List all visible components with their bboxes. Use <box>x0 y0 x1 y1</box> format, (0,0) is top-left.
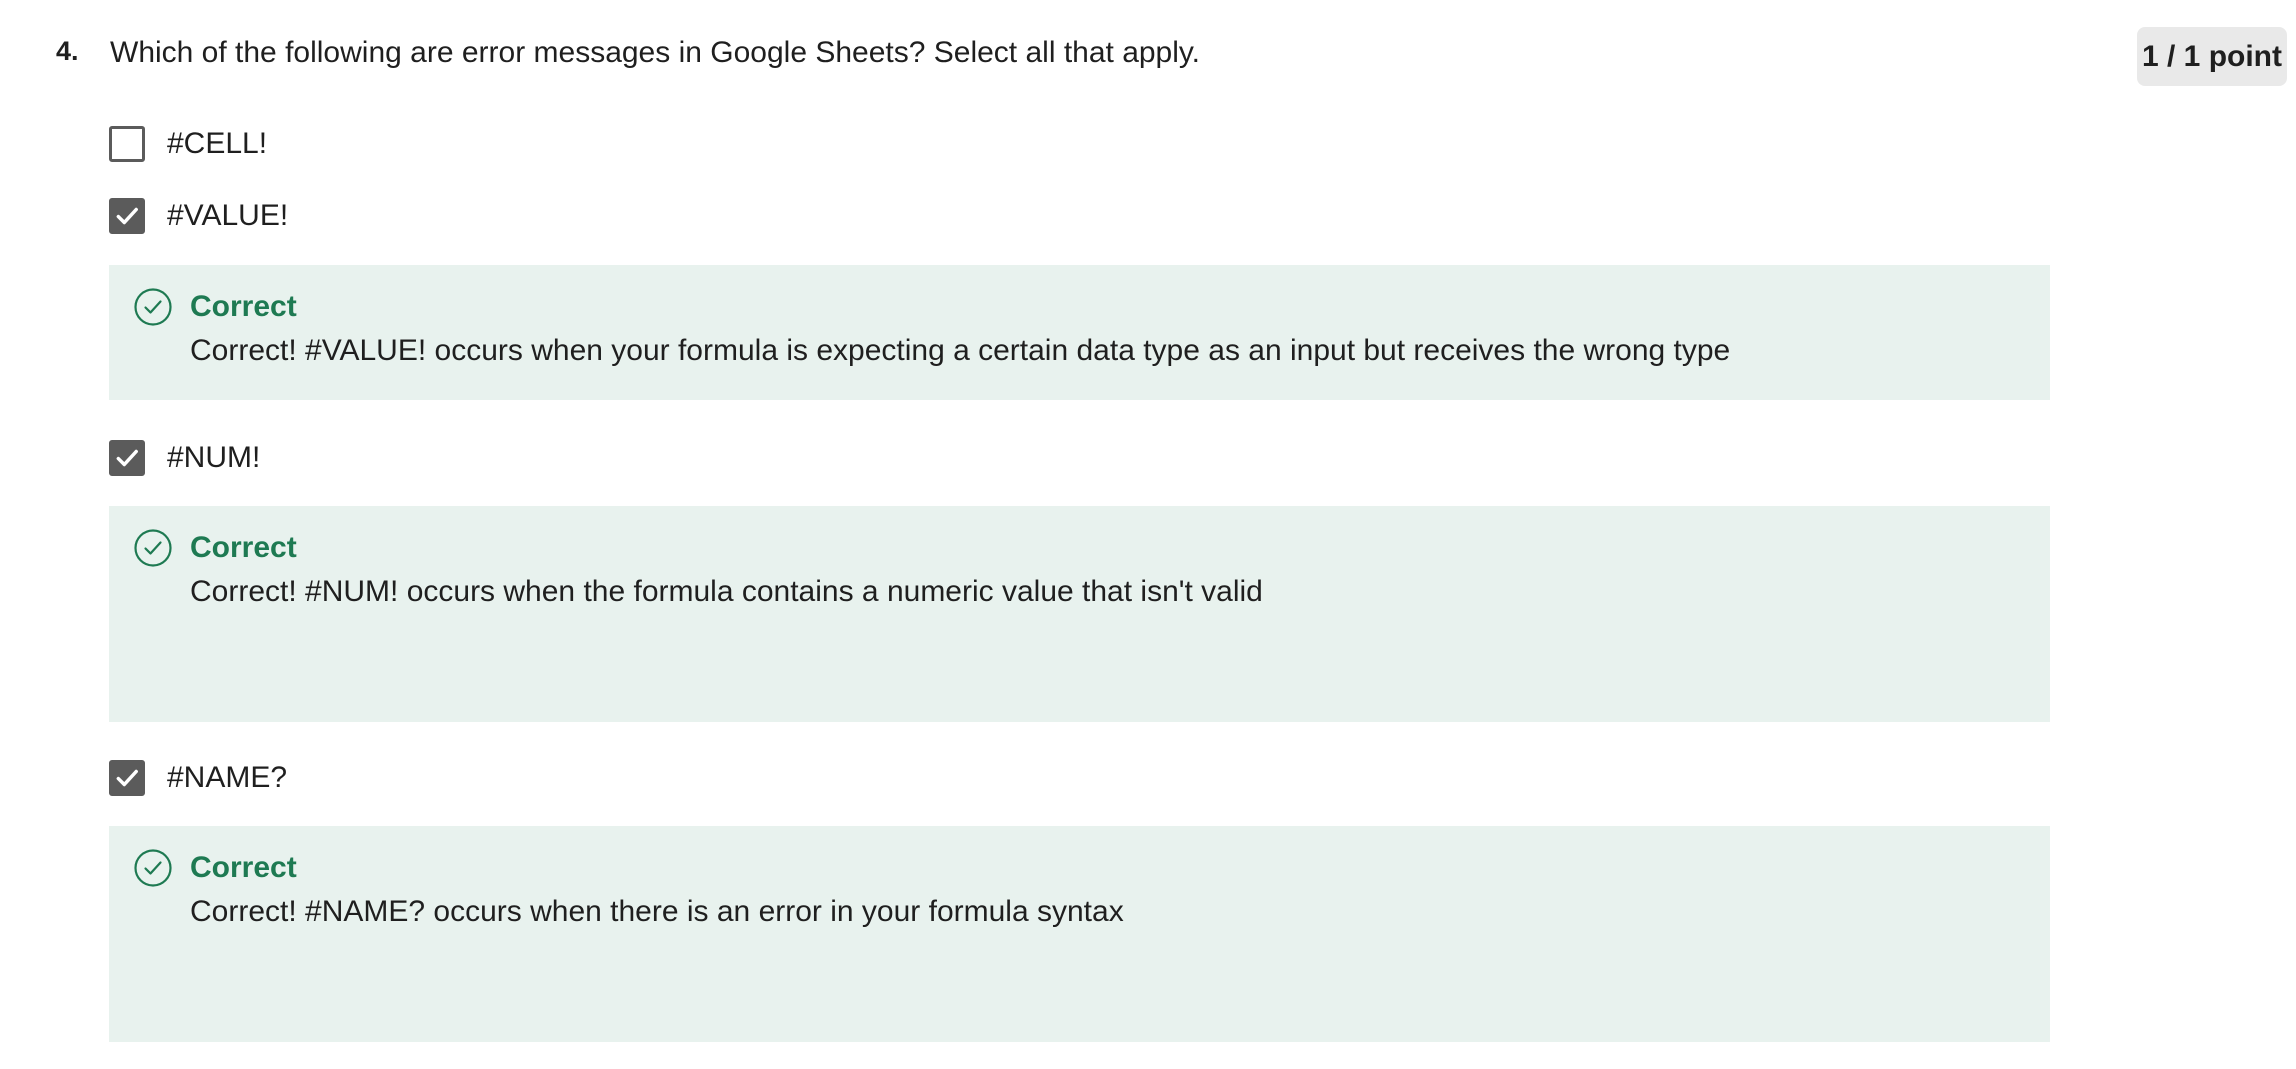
score-badge: 1 / 1 point <box>2137 27 2287 86</box>
feedback-text: Correct! #VALUE! occurs when your formul… <box>190 334 1731 367</box>
feedback-correct: Correct Correct! #NAME? occurs when ther… <box>109 826 2050 1042</box>
feedback-title: Correct <box>190 290 297 323</box>
checkbox-checked[interactable] <box>109 440 145 476</box>
option-label: #CELL! <box>167 127 268 160</box>
option-label: #NAME? <box>167 761 288 794</box>
option-label: #NUM! <box>167 441 261 474</box>
check-icon <box>116 769 138 787</box>
option-name[interactable]: #NAME? <box>109 759 287 797</box>
check-circle-icon <box>134 288 172 326</box>
checkbox-unchecked[interactable] <box>109 126 145 162</box>
feedback-correct: Correct Correct! #NUM! occurs when the f… <box>109 506 2050 722</box>
check-circle-icon <box>134 849 172 887</box>
checkbox-checked[interactable] <box>109 198 145 234</box>
option-cell[interactable]: #CELL! <box>109 125 267 163</box>
quiz-question: 4. Which of the following are error mess… <box>0 0 2296 1069</box>
question-number: 4. <box>56 36 79 66</box>
option-value[interactable]: #VALUE! <box>109 197 288 235</box>
check-icon <box>116 207 138 225</box>
question-text: Which of the following are error message… <box>110 36 1201 69</box>
feedback-title: Correct <box>190 531 297 564</box>
feedback-correct: Correct Correct! #VALUE! occurs when you… <box>109 265 2050 400</box>
feedback-text: Correct! #NAME? occurs when there is an … <box>190 895 1124 928</box>
feedback-title: Correct <box>190 851 297 884</box>
option-num[interactable]: #NUM! <box>109 439 260 477</box>
option-label: #VALUE! <box>167 199 289 232</box>
check-circle-icon <box>134 529 172 567</box>
check-icon <box>116 449 138 467</box>
feedback-text: Correct! #NUM! occurs when the formula c… <box>190 575 1263 608</box>
checkbox-checked[interactable] <box>109 760 145 796</box>
